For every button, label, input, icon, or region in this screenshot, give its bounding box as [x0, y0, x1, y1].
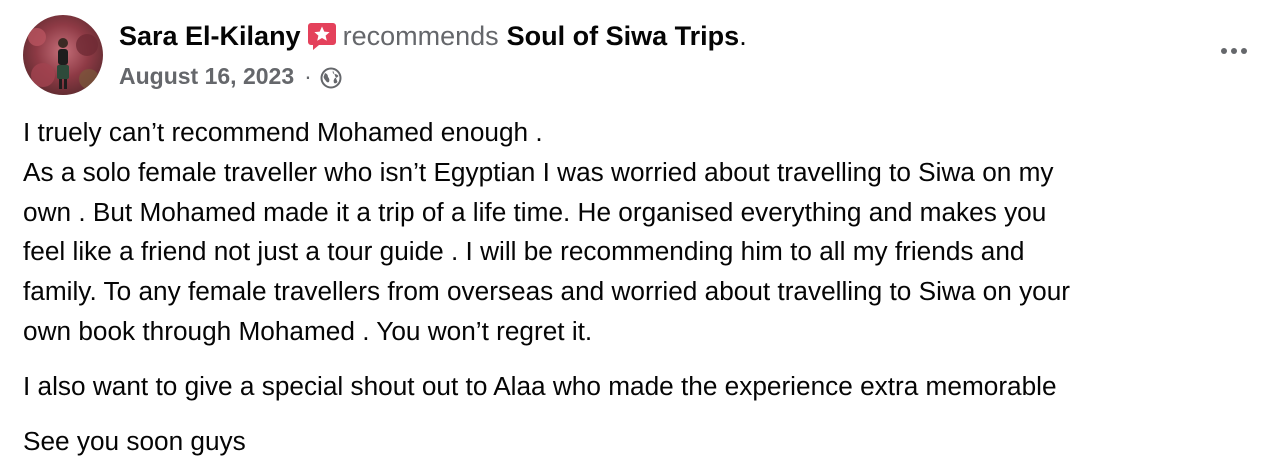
avatar[interactable]: [23, 15, 103, 95]
body-line: I truely can’t recommend Mohamed enough …: [23, 117, 543, 147]
post-paragraph-3: See you soon guys: [23, 425, 246, 456]
post-paragraph-2: I also want to give a special shout out …: [23, 370, 1057, 401]
header-period: .: [739, 21, 747, 51]
post-body: I truely can’t recommend Mohamed enough …: [23, 113, 1268, 461]
meta-separator: ·: [304, 63, 312, 89]
recommendation-star-icon: [307, 21, 337, 51]
globe-icon[interactable]: [320, 65, 342, 89]
body-line: own book through Mohamed . You won’t reg…: [23, 315, 593, 346]
author-name[interactable]: Sara El-Kilany: [119, 18, 301, 54]
body-line: feel like a friend not just a tour guide…: [23, 236, 1025, 267]
recommends-label: recommends: [342, 21, 499, 51]
post-paragraph-1: I truely can’t recommend Mohamed enough …: [23, 113, 1268, 352]
post-date[interactable]: August 16, 2023: [119, 60, 294, 92]
avatar-photo: [23, 15, 103, 95]
more-dot-icon: [1231, 48, 1237, 54]
page-name-link[interactable]: Soul of Siwa Trips: [507, 18, 740, 54]
body-line: own . But Mohamed made it a trip of a li…: [23, 196, 1047, 227]
post-header: Sara El-Kilany recommends Soul of Siwa T…: [119, 18, 747, 54]
post-meta: August 16, 2023 ·: [119, 60, 342, 92]
more-options-icon[interactable]: [1214, 36, 1254, 66]
more-dot-icon: [1221, 48, 1227, 54]
more-dot-icon: [1241, 48, 1247, 54]
recommendation-post: Sara El-Kilany recommends Soul of Siwa T…: [0, 0, 1284, 474]
body-line: As a solo female traveller who isn’t Egy…: [23, 156, 1054, 187]
body-line: family. To any female travellers from ov…: [23, 276, 1071, 307]
